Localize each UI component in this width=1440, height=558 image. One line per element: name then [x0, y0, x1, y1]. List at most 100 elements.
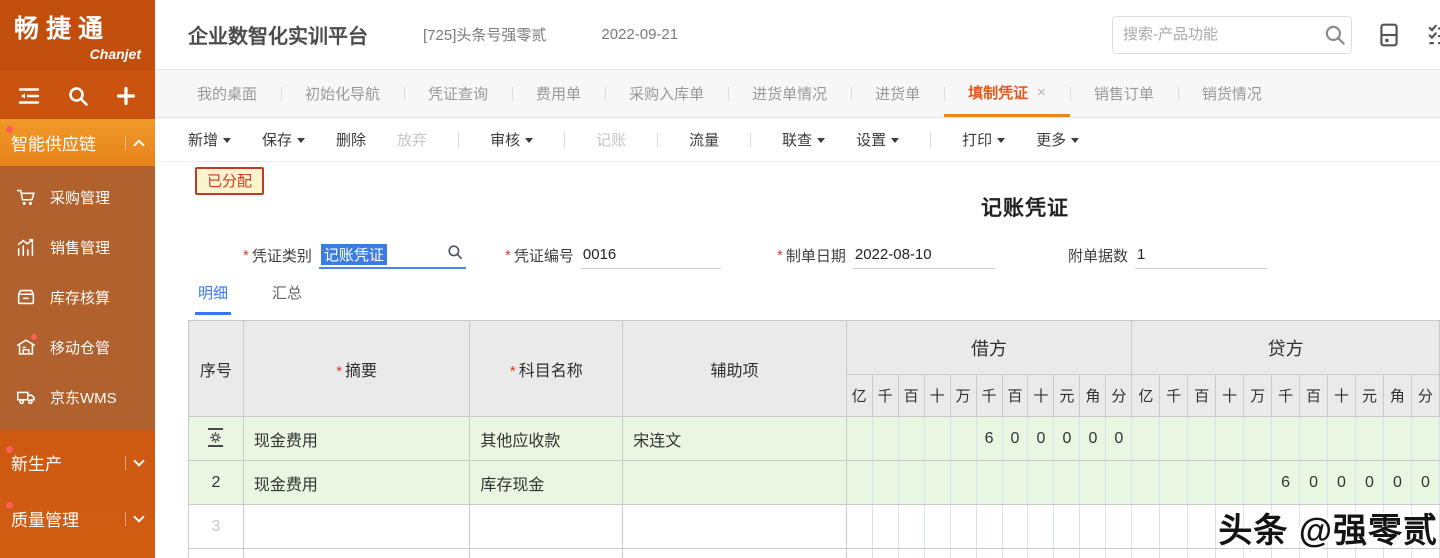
account-cell[interactable] [469, 548, 624, 558]
credit-digit-cell[interactable]: 0 [1327, 460, 1356, 505]
debit-digit-cell[interactable] [1105, 504, 1133, 549]
tab-7[interactable]: 进货单 [851, 70, 944, 117]
debit-digit-cell[interactable] [897, 460, 925, 505]
debit-digit-cell[interactable] [923, 504, 951, 549]
debit-digit-cell[interactable] [949, 548, 977, 558]
credit-digit-cell[interactable] [1131, 460, 1161, 505]
debit-digit-cell[interactable] [1079, 504, 1107, 549]
debit-digit-cell[interactable] [1053, 460, 1081, 505]
toolbar-button-11[interactable]: 更多 [1036, 129, 1080, 150]
credit-digit-cell[interactable] [1410, 416, 1440, 461]
toolbar-button-8[interactable]: 联查 [782, 129, 826, 150]
debit-digit-cell[interactable] [1053, 504, 1081, 549]
form-field-input[interactable]: 0016 [580, 242, 721, 269]
toolbar-button-9[interactable]: 设置 [856, 129, 900, 150]
toolbar-button-5[interactable]: 审核 [490, 129, 534, 150]
search-input[interactable] [1123, 26, 1322, 43]
sidebar-item-5[interactable]: 京东WMS [0, 372, 155, 422]
tab-1[interactable]: 我的桌面 [173, 70, 281, 117]
debit-digit-cell[interactable] [975, 504, 1003, 549]
debit-digit-cell[interactable] [897, 548, 925, 558]
credit-digit-cell[interactable] [1215, 460, 1245, 505]
aux-cell[interactable] [622, 460, 847, 505]
credit-digit-cell[interactable]: 0 [1299, 460, 1329, 505]
tab-3[interactable]: 凭证查询 [404, 70, 512, 117]
debit-digit-cell[interactable]: 0 [1105, 416, 1133, 461]
sidebar-group-2[interactable]: 新生产 [0, 439, 155, 486]
chevron-down-icon[interactable] [133, 455, 145, 467]
summary-cell[interactable] [242, 548, 471, 558]
form-field-input[interactable]: 2022-08-10 [852, 242, 995, 269]
credit-digit-cell[interactable] [1159, 548, 1189, 558]
aux-cell[interactable] [622, 548, 847, 558]
credit-digit-cell[interactable] [1131, 416, 1161, 461]
collapse-menu-icon[interactable] [17, 84, 41, 108]
tab-5[interactable]: 采购入库单 [605, 70, 728, 117]
credit-digit-cell[interactable]: 0 [1354, 460, 1384, 505]
debit-digit-cell[interactable] [871, 548, 899, 558]
debit-digit-cell[interactable] [1105, 548, 1133, 558]
debit-digit-cell[interactable] [1079, 548, 1107, 558]
table-row-2[interactable]: 2 现金费用 库存现金 6 0 0 0 0 0 [188, 460, 1440, 505]
credit-digit-cell[interactable] [1271, 416, 1301, 461]
account-cell[interactable]: 其他应收款 [469, 416, 624, 461]
aux-cell[interactable]: 宋连文 [622, 416, 847, 461]
table-row-1[interactable]: 现金费用 其他应收款 宋连文 6 0 0 0 0 0 [188, 416, 1440, 461]
tab-close-icon[interactable]: × [1037, 84, 1046, 101]
credit-digit-cell[interactable] [1187, 548, 1217, 558]
debit-digit-cell[interactable] [923, 548, 951, 558]
tab-4[interactable]: 费用单 [512, 70, 605, 117]
debit-digit-cell[interactable]: 0 [1053, 416, 1081, 461]
calculator-icon[interactable] [1376, 22, 1402, 48]
debit-digit-cell[interactable] [1053, 548, 1081, 558]
aux-cell[interactable] [622, 504, 847, 549]
row-settings-icon[interactable] [208, 428, 224, 447]
credit-digit-cell[interactable] [1131, 548, 1161, 558]
credit-digit-cell[interactable] [1327, 416, 1356, 461]
debit-digit-cell[interactable] [923, 460, 951, 505]
tab-10[interactable]: 销货情况 [1177, 70, 1286, 117]
debit-digit-cell[interactable]: 0 [1079, 416, 1107, 461]
toolbar-button-3[interactable]: 删除 [336, 129, 366, 150]
credit-digit-cell[interactable] [1187, 416, 1217, 461]
credit-digit-cell[interactable] [1159, 504, 1189, 549]
debit-digit-cell[interactable]: 0 [1027, 416, 1055, 461]
credit-digit-cell[interactable] [1187, 504, 1217, 549]
credit-digit-cell[interactable] [1187, 460, 1217, 505]
debit-digit-cell[interactable] [845, 548, 873, 558]
debit-digit-cell[interactable] [897, 416, 925, 461]
credit-digit-cell[interactable] [1159, 416, 1189, 461]
credit-digit-cell[interactable] [1299, 416, 1329, 461]
toolbar-button-10[interactable]: 打印 [962, 129, 1006, 150]
form-field-input[interactable]: 1 [1135, 242, 1268, 269]
debit-digit-cell[interactable] [871, 504, 899, 549]
account-cell[interactable]: 库存现金 [469, 460, 624, 505]
debit-digit-cell[interactable] [1001, 548, 1029, 558]
toolbar-button-7[interactable]: 流量 [689, 129, 719, 150]
account-cell[interactable] [469, 504, 624, 549]
credit-digit-cell[interactable] [1131, 504, 1161, 549]
credit-digit-cell[interactable] [1215, 416, 1245, 461]
tab-6[interactable]: 进货单情况 [728, 70, 851, 117]
debit-digit-cell[interactable]: 0 [1001, 416, 1029, 461]
debit-digit-cell[interactable] [1027, 504, 1055, 549]
debit-digit-cell[interactable] [897, 504, 925, 549]
sidebar-item-1[interactable]: 采购管理 [0, 172, 155, 222]
detail-tab-2[interactable]: 汇总 [269, 282, 305, 315]
detail-tab-1[interactable]: 明细 [195, 282, 232, 315]
sidebar-item-3[interactable]: 库存核算 [0, 272, 155, 322]
debit-digit-cell[interactable] [1001, 504, 1029, 549]
debit-digit-cell[interactable] [949, 416, 977, 461]
credit-digit-cell[interactable] [1243, 460, 1273, 505]
chevron-down-icon[interactable] [133, 511, 145, 523]
task-list-icon[interactable]: 6 [1426, 22, 1440, 48]
summary-cell[interactable]: 现金费用 [242, 460, 471, 505]
debit-digit-cell[interactable] [975, 548, 1003, 558]
credit-digit-cell[interactable]: 0 [1382, 460, 1412, 505]
summary-cell[interactable]: 现金费用 [242, 416, 471, 461]
debit-digit-cell[interactable] [949, 504, 977, 549]
add-icon[interactable] [114, 84, 138, 108]
tab-9[interactable]: 销售订单 [1069, 70, 1178, 117]
tab-2[interactable]: 初始化导航 [281, 70, 404, 117]
debit-digit-cell[interactable] [1079, 460, 1107, 505]
